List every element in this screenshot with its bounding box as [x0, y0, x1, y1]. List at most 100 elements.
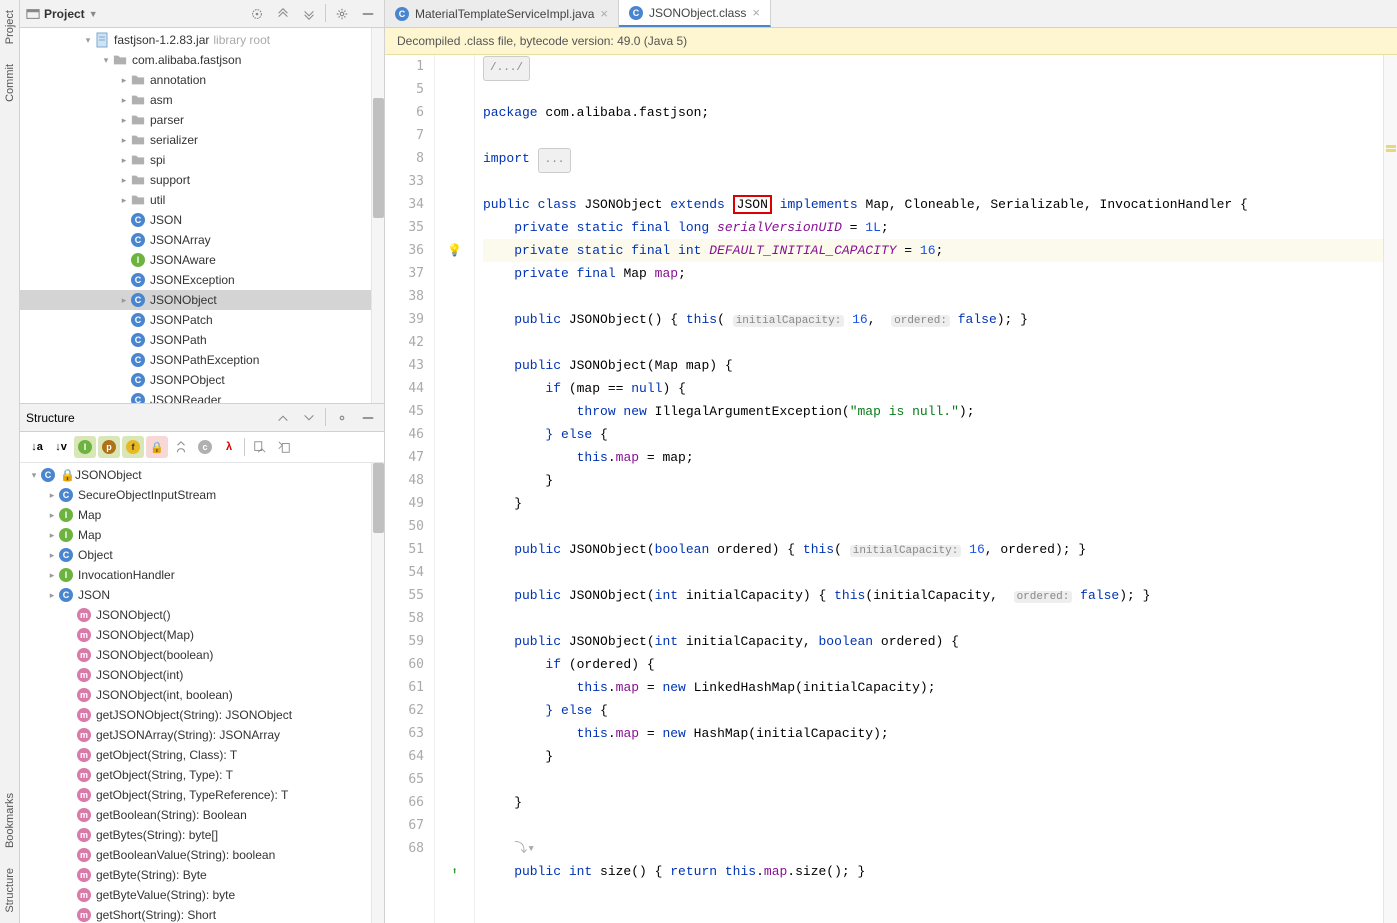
structure-tree-item[interactable]: ▸mgetObject(String, Class): T [20, 745, 371, 765]
sort-visibility-icon[interactable]: ↓v [50, 436, 72, 458]
code-line[interactable]: public JSONObject(boolean ordered) { thi… [483, 538, 1383, 561]
select-open-file-icon[interactable] [247, 4, 267, 24]
structure-tree-item[interactable]: ▸IMap [20, 505, 371, 525]
structure-tree-item[interactable]: ▸mgetShort(String): Short [20, 905, 371, 923]
code-line[interactable]: if (ordered) { [483, 653, 1383, 676]
code-line[interactable]: } [483, 469, 1383, 492]
filter-fields-icon[interactable]: f [122, 436, 144, 458]
project-tree-item[interactable]: ▸support [20, 170, 371, 190]
project-tree-item[interactable]: ▸CJSONPath [20, 330, 371, 350]
code-line[interactable] [483, 607, 1383, 630]
structure-tree[interactable]: ▾C 🔒JSONObject▸CSecureObjectInputStream▸… [20, 463, 371, 923]
filter-anon-icon[interactable]: c [194, 436, 216, 458]
structure-tree-item[interactable]: ▸mgetByte(String): Byte [20, 865, 371, 885]
project-tree-item[interactable]: ▸IJSONAware [20, 250, 371, 270]
code-line[interactable]: } else { [483, 423, 1383, 446]
project-tree-item[interactable]: ▸CJSONPathException [20, 350, 371, 370]
structure-tree-item[interactable]: ▸CJSON [20, 585, 371, 605]
structure-tree-item[interactable]: ▸mJSONObject(boolean) [20, 645, 371, 665]
code-line[interactable]: } [483, 791, 1383, 814]
code-line[interactable]: private static final int DEFAULT_INITIAL… [483, 239, 1383, 262]
project-tab[interactable]: Project [2, 0, 18, 54]
project-tree-item[interactable]: ▸CJSONArray [20, 230, 371, 250]
code-line[interactable]: throw new IllegalArgumentException("map … [483, 400, 1383, 423]
project-tree-item[interactable]: ▸parser [20, 110, 371, 130]
editor-marker-bar[interactable] [1383, 55, 1397, 923]
code-line[interactable] [483, 170, 1383, 193]
code-line[interactable]: public class JSONObject extends JSON imp… [483, 193, 1383, 216]
project-tree-item[interactable]: ▸spi [20, 150, 371, 170]
code-line[interactable]: } else { [483, 699, 1383, 722]
code-line[interactable]: /.../ [483, 55, 1383, 78]
bulb-icon[interactable]: 💡 [447, 239, 462, 262]
scroll-thumb[interactable] [373, 98, 384, 218]
filter-properties-icon[interactable]: p [98, 436, 120, 458]
structure-tree-item[interactable]: ▸mgetBoolean(String): Boolean [20, 805, 371, 825]
code-line[interactable] [483, 285, 1383, 308]
autoscroll-source-icon[interactable] [249, 436, 271, 458]
code-line[interactable]: public int size() { return this.map.size… [483, 860, 1383, 883]
code-line[interactable]: if (map == null) { [483, 377, 1383, 400]
project-tree-item[interactable]: ▸CJSONPObject [20, 370, 371, 390]
project-tree[interactable]: ▾fastjson-1.2.83.jarlibrary root▾com.ali… [20, 28, 371, 403]
structure-tree-item[interactable]: ▸CSecureObjectInputStream [20, 485, 371, 505]
code-line[interactable] [483, 515, 1383, 538]
collapse-all-icon[interactable] [299, 4, 319, 24]
project-tree-item[interactable]: ▸CJSONException [20, 270, 371, 290]
bookmarks-tab[interactable]: Bookmarks [2, 783, 18, 858]
code-line[interactable]: import ... [483, 147, 1383, 170]
code-line[interactable] [483, 768, 1383, 791]
project-tree-item[interactable]: ▸serializer [20, 130, 371, 150]
filter-lambda-icon[interactable]: λ [218, 436, 240, 458]
structure-tree-item[interactable]: ▸mgetByteValue(String): byte [20, 885, 371, 905]
code-line[interactable] [483, 883, 1383, 906]
sort-alpha-icon[interactable]: ↓a [26, 436, 48, 458]
gear-icon[interactable] [332, 4, 352, 24]
code-line[interactable] [483, 561, 1383, 584]
project-tree-item[interactable]: ▸CJSON [20, 210, 371, 230]
code-line[interactable] [483, 78, 1383, 101]
structure-tree-item[interactable]: ▸IInvocationHandler [20, 565, 371, 585]
structure-tree-item[interactable]: ▾C 🔒JSONObject [20, 465, 371, 485]
project-tree-item[interactable]: ▸CJSONReader [20, 390, 371, 403]
code-line[interactable]: this.map = map; [483, 446, 1383, 469]
collapse-all-icon[interactable] [299, 408, 319, 428]
code-line[interactable]: this.map = new HashMap(initialCapacity); [483, 722, 1383, 745]
line-gutter[interactable]: 1567833343536373839424344454647484950515… [385, 55, 435, 923]
structure-tree-item[interactable]: ▸CObject [20, 545, 371, 565]
code-line[interactable]: private final Map map; [483, 262, 1383, 285]
project-panel-title[interactable]: Project ▼ [26, 7, 98, 21]
structure-tree-item[interactable]: ▸mgetBooleanValue(String): boolean [20, 845, 371, 865]
filter-lock-icon[interactable]: 🔒 [146, 436, 168, 458]
structure-tree-item[interactable]: ▸mgetJSONArray(String): JSONArray [20, 725, 371, 745]
code-line[interactable]: public JSONObject(int initialCapacity) {… [483, 584, 1383, 607]
structure-tree-item[interactable]: ▸IMap [20, 525, 371, 545]
code-line[interactable]: this.map = new LinkedHashMap(initialCapa… [483, 676, 1383, 699]
close-icon[interactable]: × [600, 6, 608, 21]
code-line[interactable]: public JSONObject(int initialCapacity, b… [483, 630, 1383, 653]
structure-tree-item[interactable]: ▸mJSONObject(int, boolean) [20, 685, 371, 705]
project-tree-item[interactable]: ▸asm [20, 90, 371, 110]
project-tree-item[interactable]: ▸util [20, 190, 371, 210]
expand-all-icon[interactable] [273, 408, 293, 428]
code-line[interactable]: public JSONObject() { this( initialCapac… [483, 308, 1383, 331]
structure-tree-item[interactable]: ▸mJSONObject() [20, 605, 371, 625]
structure-tab[interactable]: Structure [2, 858, 18, 923]
project-scrollbar[interactable] [371, 28, 384, 403]
structure-tree-item[interactable]: ▸mgetBytes(String): byte[] [20, 825, 371, 845]
filter-interface-icon[interactable]: I [74, 436, 96, 458]
expand-all-icon[interactable] [273, 4, 293, 24]
editor-tab[interactable]: CMaterialTemplateServiceImpl.java× [385, 0, 619, 27]
code-line[interactable]: } [483, 745, 1383, 768]
filter-inherited-icon[interactable] [170, 436, 192, 458]
code-editor[interactable]: /.../package com.alibaba.fastjson;import… [475, 55, 1383, 923]
structure-scrollbar[interactable] [371, 463, 384, 923]
project-tree-item[interactable]: ▸CJSONPatch [20, 310, 371, 330]
commit-tab[interactable]: Commit [2, 54, 18, 112]
structure-tree-item[interactable]: ▸mgetObject(String, TypeReference): T [20, 785, 371, 805]
hide-icon[interactable] [358, 4, 378, 24]
override-icon[interactable]: ⬆ [451, 860, 457, 883]
code-line[interactable]: public JSONObject(Map map) { [483, 354, 1383, 377]
structure-tree-item[interactable]: ▸mgetJSONObject(String): JSONObject [20, 705, 371, 725]
code-line[interactable] [483, 814, 1383, 837]
